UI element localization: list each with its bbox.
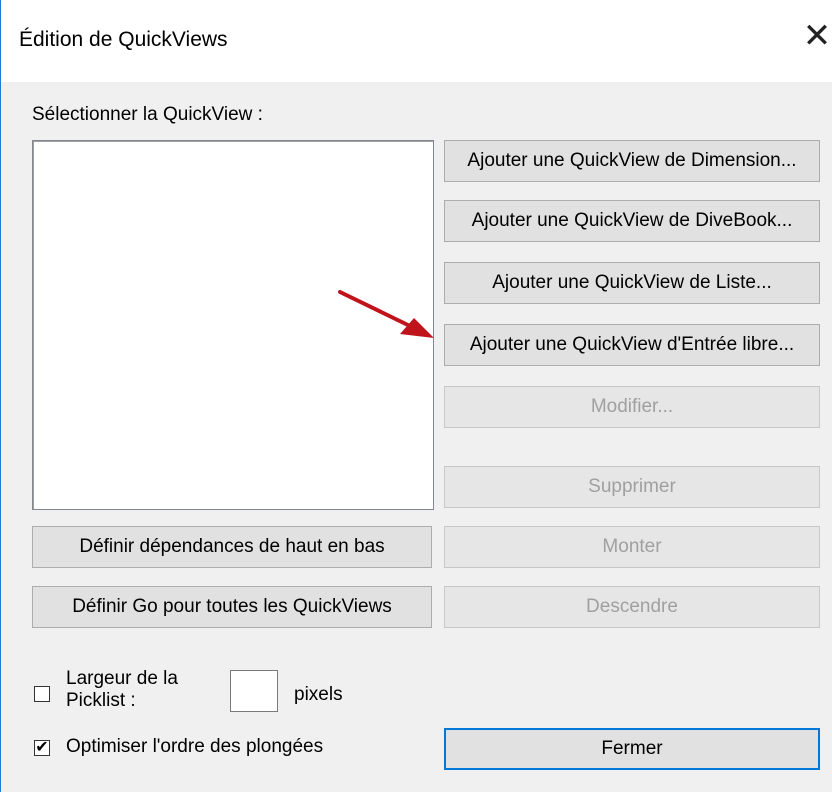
picklist-width-label-line2: Picklist : xyxy=(66,690,136,711)
window-left-edge xyxy=(0,0,1,792)
select-quickview-label: Sélectionner la QuickView : xyxy=(32,104,263,125)
add-list-quickview-button[interactable]: Ajouter une QuickView de Liste... xyxy=(444,262,820,304)
title-bar: Édition de QuickViews ✕ xyxy=(1,0,832,82)
window-title: Édition de QuickViews xyxy=(19,28,228,51)
modify-button[interactable]: Modifier... xyxy=(444,386,820,428)
add-dimension-quickview-button[interactable]: Ajouter une QuickView de Dimension... xyxy=(444,140,820,182)
picklist-width-label-line1: Largeur de la xyxy=(66,668,178,689)
add-divebook-quickview-button[interactable]: Ajouter une QuickView de DiveBook... xyxy=(444,200,820,242)
optimize-order-label: Optimiser l'ordre des plongées xyxy=(66,736,324,757)
picklist-width-checkbox[interactable] xyxy=(34,686,50,702)
close-dialog-button[interactable]: Fermer xyxy=(444,728,820,770)
pixels-unit-label: pixels xyxy=(294,684,343,705)
close-icon[interactable]: ✕ xyxy=(797,16,832,56)
delete-button[interactable]: Supprimer xyxy=(444,466,820,508)
move-down-button[interactable]: Descendre xyxy=(444,586,820,628)
define-go-all-quickviews-button[interactable]: Définir Go pour toutes les QuickViews xyxy=(32,586,432,628)
picklist-width-input[interactable] xyxy=(230,670,278,712)
picklist-width-label: Largeur de la Picklist : xyxy=(66,668,178,712)
add-free-entry-quickview-button[interactable]: Ajouter une QuickView d'Entrée libre... xyxy=(444,324,820,366)
move-up-button[interactable]: Monter xyxy=(444,526,820,568)
red-arrow-annotation xyxy=(338,290,434,338)
optimize-order-checkbox[interactable]: ✔ xyxy=(34,740,50,756)
define-dependencies-button[interactable]: Définir dépendances de haut en bas xyxy=(32,526,432,568)
